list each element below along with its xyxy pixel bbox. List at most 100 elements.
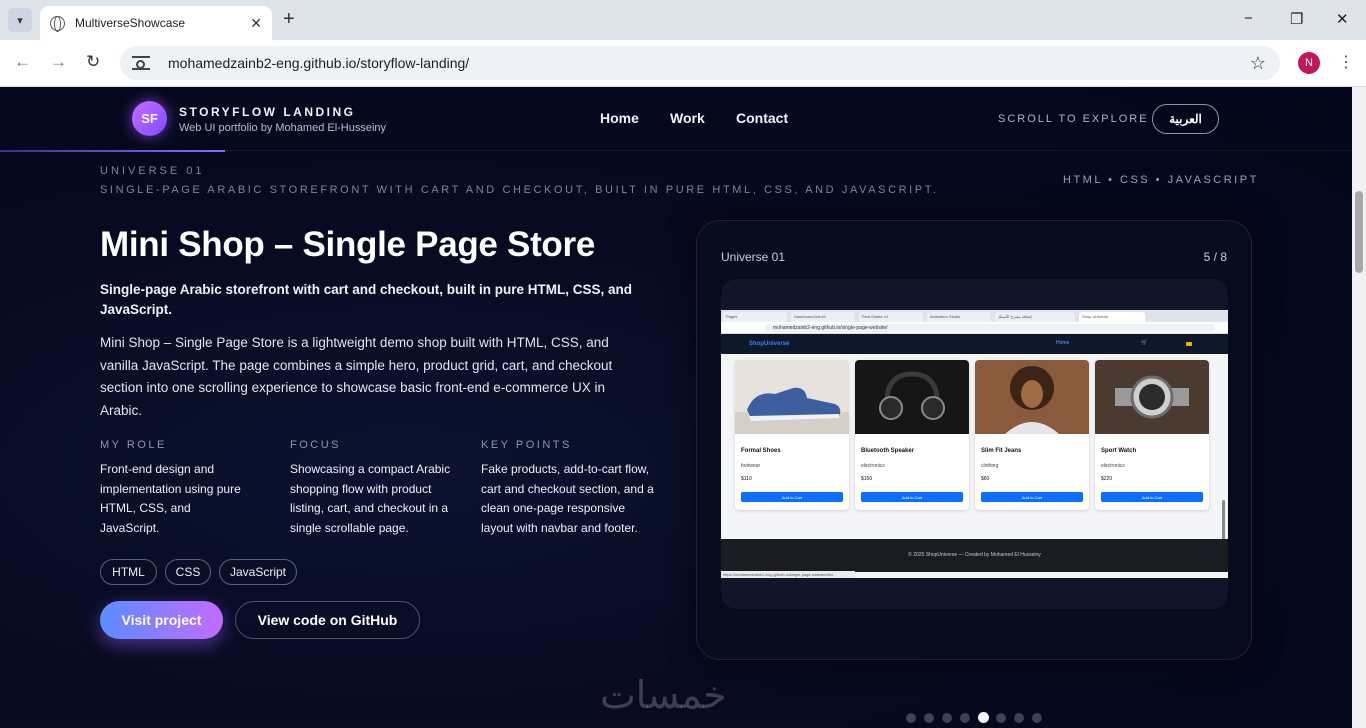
slide-counter: 5 / 8 [1203, 250, 1227, 264]
info-text: Showcasing a compact Arabic shopping flo… [290, 462, 451, 535]
reload-icon[interactable]: ↻ [86, 52, 100, 72]
showcase-card: Universe 01 5 / 8 Pages Dashboard Admin … [696, 220, 1252, 723]
carousel-dot[interactable] [978, 712, 989, 723]
info-text: Fake products, add-to-cart flow, cart an… [481, 462, 654, 535]
carousel-dot[interactable] [960, 713, 970, 723]
tag-html: HTML [100, 559, 157, 585]
mini-footer: © 2025 ShopUniverse — Created by Mohamed… [721, 539, 1228, 572]
mini-cart-icon: 🛒 [1141, 340, 1148, 346]
nav-home-link[interactable]: Home [600, 110, 639, 126]
brand-title: STORYFLOW LANDING [179, 105, 356, 119]
mini-product-card: Formal Shoes footwear $110 Add to Cart [735, 360, 849, 510]
brand-subtitle: Web UI portfolio by Mohamed El-Husseiny [179, 122, 387, 134]
project-screenshot: Pages Dashboard Admin Real Estate UI Ani… [721, 310, 1228, 578]
model-image [975, 360, 1089, 434]
visit-project-button[interactable]: Visit project [100, 601, 223, 639]
carousel-dot[interactable] [1032, 713, 1042, 723]
mini-product-card: Sport Watch electronics $220 Add to Cart [1095, 360, 1209, 510]
profile-avatar[interactable]: N [1298, 52, 1320, 74]
project-description: Mini Shop – Single Page Store is a light… [100, 335, 613, 418]
tech-stack-line: HTML • CSS • JAVASCRIPT [1063, 174, 1259, 186]
url-field[interactable]: mohamedzainb2-eng.github.io/storyflow-la… [120, 46, 1280, 80]
new-tab-button[interactable]: + [283, 9, 295, 29]
universe-tagline: SINGLE-PAGE ARABIC STOREFRONT WITH CART … [100, 184, 939, 196]
mini-navbar: ShopUniverse Home 🛒 [721, 334, 1228, 354]
info-key-points: KEY POINTS Fake products, add-to-cart fl… [481, 439, 656, 538]
mini-product-name: Bluetooth Speaker [861, 448, 915, 454]
mini-scrollbar [1222, 500, 1225, 540]
browser-tab[interactable]: MultiverseShowcase ✕ [40, 6, 272, 40]
mini-brand: ShopUniverse [749, 341, 790, 347]
scroll-progress-bar [0, 150, 225, 152]
mini-product-name: Formal Shoes [741, 448, 781, 454]
mini-add-to-cart-button: Add to Cart [741, 492, 843, 502]
language-toggle-button[interactable]: العربية [1152, 104, 1219, 134]
logo-badge[interactable]: SF [132, 101, 167, 136]
mini-footer-text: © 2025 ShopUniverse — Created by Mohamed… [908, 552, 1041, 558]
github-code-button[interactable]: View code on GitHub [235, 601, 420, 639]
browser-menu-icon[interactable]: ⋮ [1338, 52, 1354, 72]
back-icon[interactable]: ← [14, 52, 31, 72]
carousel-dot[interactable] [942, 713, 952, 723]
carousel-dot[interactable] [1014, 713, 1024, 723]
tab-search-button[interactable]: ▾ [8, 8, 32, 32]
carousel-dot[interactable] [924, 713, 934, 723]
mini-product-card: Bluetooth Speaker electronics $150 Add t… [855, 360, 969, 510]
project-lead: Single-page Arabic storefront with cart … [100, 282, 633, 317]
card-universe-label: Universe 01 [721, 250, 786, 264]
mini-tab: Pages [723, 312, 787, 322]
scrollbar-thumb[interactable] [1355, 191, 1363, 273]
site-header: SF STORYFLOW LANDING Web UI portfolio by… [0, 87, 1352, 151]
carousel-dot[interactable] [996, 713, 1006, 723]
close-window-button[interactable]: ✕ [1336, 10, 1349, 28]
page-viewport: SF STORYFLOW LANDING Web UI portfolio by… [0, 87, 1352, 728]
mini-product-price: $220 [1101, 476, 1113, 482]
mini-add-to-cart-button: Add to Cart [861, 492, 963, 502]
restore-button[interactable]: ❐ [1290, 10, 1303, 28]
close-tab-icon[interactable]: ✕ [250, 15, 262, 32]
headphones-image [855, 360, 969, 434]
browser-tab-strip: ▾ MultiverseShowcase ✕ + − ❐ ✕ [0, 0, 1366, 40]
mini-product-card: Slim Fit Jeans clothing $60 Add to Cart [975, 360, 1089, 510]
mini-add-to-cart-button: Add to Cart [1101, 492, 1203, 502]
watermark-logo: خمسات [600, 673, 727, 717]
forward-icon[interactable]: → [50, 52, 67, 72]
project-title: Mini Shop – Single Page Store [100, 225, 595, 264]
mini-tab: Real Estate UI [859, 312, 923, 322]
mini-browser-tabs: Pages Dashboard Admin Real Estate UI Ani… [721, 310, 1228, 322]
nav-work-link[interactable]: Work [670, 110, 705, 126]
nav-contact-link[interactable]: Contact [736, 110, 788, 126]
mini-add-to-cart-button: Add to Cart [981, 492, 1083, 502]
mini-product-price: $110 [741, 476, 752, 482]
mini-tab: Shop Universe [1079, 312, 1145, 322]
page-scrollbar[interactable] [1352, 87, 1366, 728]
scroll-hint: SCROLL TO EXPLORE [998, 113, 1149, 125]
minimize-button[interactable]: − [1244, 10, 1253, 27]
info-heading: FOCUS [290, 439, 341, 451]
universe-label: UNIVERSE 01 [100, 165, 205, 177]
info-focus: FOCUS Showcasing a compact Arabic shoppi… [290, 439, 465, 538]
mini-product-price: $60 [981, 476, 990, 482]
mini-product-price: $150 [861, 476, 873, 482]
mini-status-url: https://mohamedzainb2-eng.github.io/sing… [721, 571, 855, 578]
globe-icon [50, 15, 65, 32]
carousel-dot[interactable] [906, 713, 916, 723]
info-heading: MY ROLE [100, 439, 167, 451]
screenshot-frame[interactable]: Pages Dashboard Admin Real Estate UI Ani… [721, 279, 1228, 609]
url-text: mohamedzainb2-eng.github.io/storyflow-la… [168, 55, 470, 71]
bookmark-star-icon[interactable]: ☆ [1250, 53, 1266, 74]
mini-tab: إضافة مقترح الأسئلة [995, 312, 1075, 322]
site-info-icon[interactable] [132, 56, 150, 70]
mini-product-category: clothing [981, 463, 999, 469]
info-text: Front-end design and implementation usin… [100, 462, 241, 535]
mini-product-name: Slim Fit Jeans [981, 448, 1022, 454]
tag-css: CSS [165, 559, 211, 585]
mini-flag-icon [1186, 342, 1192, 346]
info-heading: KEY POINTS [481, 439, 572, 451]
mini-home-link: Home [1056, 340, 1070, 346]
tab-title: MultiverseShowcase [75, 16, 186, 30]
shoe-image [735, 360, 849, 434]
mini-tab: Animation Studio [927, 312, 991, 322]
carousel-dots [906, 712, 1046, 724]
mini-url: mohamedzainb2-eng.github.io/single-page-… [765, 324, 1215, 332]
